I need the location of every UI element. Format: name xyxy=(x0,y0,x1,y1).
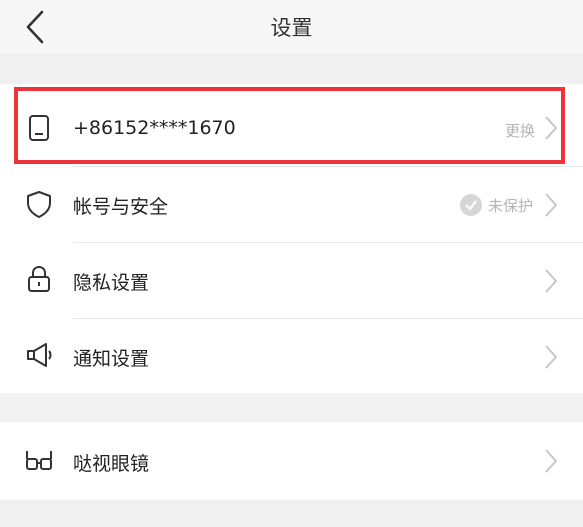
bottom-gap xyxy=(0,500,583,527)
account-security-row[interactable]: 帐号与安全 未保护 xyxy=(0,167,583,243)
glasses-label: 哒视眼镜 xyxy=(73,453,150,475)
page-title: 设置 xyxy=(270,16,313,40)
glasses-icon xyxy=(26,451,52,470)
phone-number-row[interactable]: +86152****1670 更换 xyxy=(0,90,583,166)
shield-icon xyxy=(27,191,51,218)
notification-settings-label: 通知设置 xyxy=(73,348,150,370)
lock-icon xyxy=(28,265,50,292)
privacy-settings-row[interactable]: 隐私设置 xyxy=(0,243,583,319)
chevron-right-icon xyxy=(545,269,558,293)
chevron-right-icon xyxy=(545,116,558,140)
notification-settings-row[interactable]: 通知设置 xyxy=(0,319,583,395)
megaphone-icon xyxy=(27,343,52,367)
section-gap xyxy=(0,54,583,84)
account-security-label: 帐号与安全 xyxy=(73,196,169,218)
privacy-settings-label: 隐私设置 xyxy=(73,272,150,294)
chevron-right-icon xyxy=(545,345,558,369)
chevron-right-icon xyxy=(545,193,558,217)
top-bar: 设置 xyxy=(0,0,583,54)
chevron-right-icon xyxy=(545,449,558,473)
check-circle-icon xyxy=(460,194,482,216)
security-status-text: 未保护 xyxy=(488,197,534,215)
phone-icon xyxy=(29,115,49,141)
phone-number-label: +86152****1670 xyxy=(73,117,236,139)
device-settings-group: 哒视眼镜 xyxy=(0,422,583,500)
change-phone-link[interactable]: 更换 xyxy=(505,120,535,141)
glasses-row[interactable]: 哒视眼镜 xyxy=(0,423,583,499)
account-settings-group: +86152****1670 更换 帐号与安全 未保护 隐私设置 通知设置 xyxy=(0,84,583,393)
